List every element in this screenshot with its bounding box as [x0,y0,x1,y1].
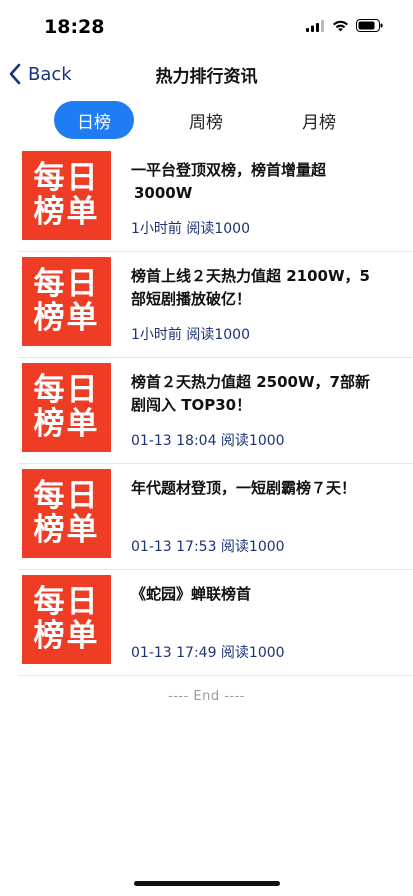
thumbnail-text: 每日 [33,160,100,197]
thumbnail-text: 每日 [33,372,100,409]
item-meta: 1小时前 阅读1000 [131,327,250,343]
item-title-line: 一平台登顶双榜，榜首增量超 [131,161,327,179]
daily-ranking-thumbnail: 每日 榜单 [22,575,111,664]
item-meta: 01-13 18:04 阅读1000 [131,433,285,449]
item-title: 榜首上线２天热力值超 2100W，5 部短剧播放破亿！ [131,265,395,311]
list-item[interactable]: 每日 榜单 《蛇园》蝉联榜首 01-13 17:49 阅读1000 [18,570,413,676]
home-indicator[interactable] [134,881,280,886]
list-end-indicator: ---- End ---- [168,689,245,704]
item-title: 榜首２天热力值超 2500W，7部新 剧闯入 TOP30！ [131,371,395,417]
list-item[interactable]: 每日 榜单 一平台登顶双榜，榜首增量超 3000W 1小时前 阅读1000 [18,146,413,252]
item-title-line: 部短剧播放破亿！ [131,290,252,308]
navigation-bar: Back 热力排行资讯 [0,54,413,94]
item-title-line: 榜首２天热力值超 2500W，7部新 [131,373,370,391]
item-title: 一平台登顶双榜，榜首增量超 3000W [131,159,395,205]
battery-icon [356,19,383,32]
status-icons [306,19,383,32]
thumbnail-text: 榜单 [33,617,100,654]
list-item[interactable]: 每日 榜单 年代题材登顶，一短剧霸榜７天！ 01-13 17:53 阅读1000 [18,464,413,570]
daily-ranking-thumbnail: 每日 榜单 [22,151,111,240]
ranking-tabs: 日榜 周榜 月榜 [0,101,413,141]
tab-weekly[interactable]: 周榜 [166,101,246,139]
item-title: 年代题材登顶，一短剧霸榜７天！ [131,477,395,500]
page-title: 热力排行资讯 [155,67,258,87]
thumbnail-text: 榜单 [33,511,100,548]
item-title: 《蛇园》蝉联榜首 [131,583,395,606]
item-title-line: 剧闯入 TOP30！ [131,396,252,414]
thumbnail-text: 每日 [33,266,100,303]
thumbnail-text: 榜单 [33,405,100,442]
thumbnail-text: 榜单 [33,299,100,336]
thumbnail-text: 每日 [33,584,100,621]
item-meta: 01-13 17:53 阅读1000 [131,539,285,555]
item-title-line: 年代题材登顶，一短剧霸榜７天！ [131,479,357,497]
thumbnail-text: 每日 [33,478,100,515]
tab-daily[interactable]: 日榜 [54,101,134,139]
cellular-signal-icon [306,19,324,32]
thumbnail-text: 榜单 [33,193,100,230]
daily-ranking-thumbnail: 每日 榜单 [22,469,111,558]
item-title-line: 榜首上线２天热力值超 2100W，5 [131,267,370,285]
tab-monthly[interactable]: 月榜 [279,101,359,139]
daily-ranking-thumbnail: 每日 榜单 [22,363,111,452]
news-list: 每日 榜单 一平台登顶双榜，榜首增量超 3000W 1小时前 阅读1000 每日… [0,146,413,676]
daily-ranking-thumbnail: 每日 榜单 [22,257,111,346]
item-meta: 01-13 17:49 阅读1000 [131,645,285,661]
list-item[interactable]: 每日 榜单 榜首上线２天热力值超 2100W，5 部短剧播放破亿！ 1小时前 阅… [18,252,413,358]
item-title-line: 3000W [134,184,193,202]
item-title-line: 《蛇园》蝉联榜首 [131,585,252,603]
item-meta: 1小时前 阅读1000 [131,221,250,237]
status-bar: 18:28 [0,0,413,54]
list-item[interactable]: 每日 榜单 榜首２天热力值超 2500W，7部新 剧闯入 TOP30！ 01-1… [18,358,413,464]
wifi-icon [333,20,348,31]
status-time: 18:28 [44,16,105,38]
